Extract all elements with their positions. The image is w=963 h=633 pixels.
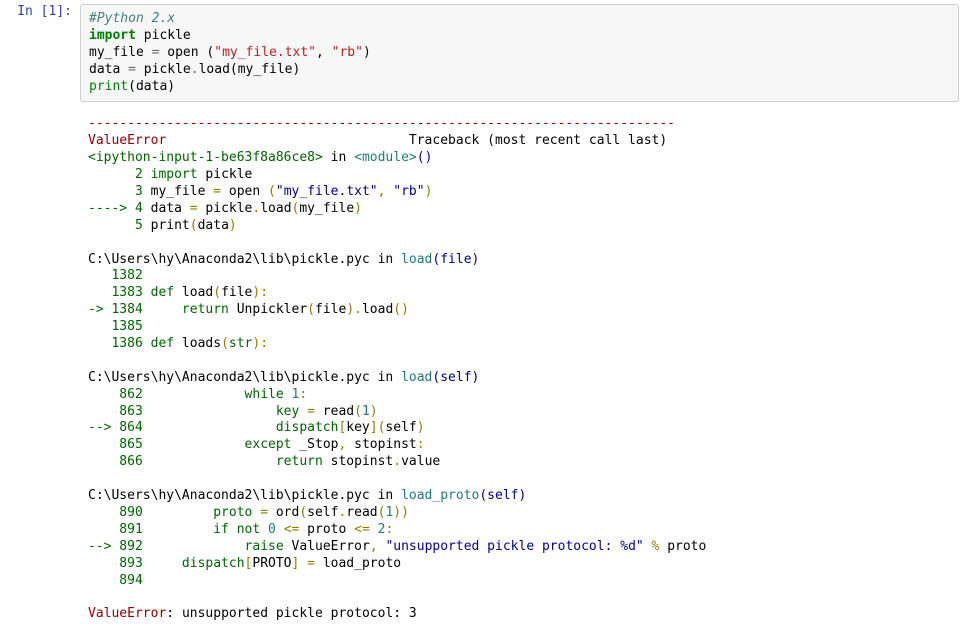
error-traceback: ----------------------------------------… bbox=[80, 110, 959, 629]
input-cell: In [1]: #Python 2.x import pickle my_fil… bbox=[0, 0, 963, 106]
output-prompt bbox=[4, 110, 80, 629]
error-final-class: ValueError bbox=[88, 606, 166, 621]
code-input[interactable]: #Python 2.x import pickle my_file = open… bbox=[80, 4, 959, 102]
output-cell: ----------------------------------------… bbox=[0, 106, 963, 633]
ipython-input-ref: <ipython-input-1-be63f8a86ce8> bbox=[88, 150, 323, 165]
error-final-message: unsupported pickle protocol: 3 bbox=[182, 606, 417, 621]
input-prompt: In [1]: bbox=[4, 4, 80, 102]
traceback-divider: ----------------------------------------… bbox=[88, 116, 675, 131]
code-line: #Python 2.x bbox=[89, 11, 175, 26]
frame-path: C:\Users\hy\Anaconda2\lib\pickle.pyc bbox=[88, 488, 370, 503]
error-class: ValueError bbox=[88, 133, 166, 148]
frame-path: C:\Users\hy\Anaconda2\lib\pickle.pyc bbox=[88, 370, 370, 385]
frame-path: C:\Users\hy\Anaconda2\lib\pickle.pyc bbox=[88, 252, 370, 267]
